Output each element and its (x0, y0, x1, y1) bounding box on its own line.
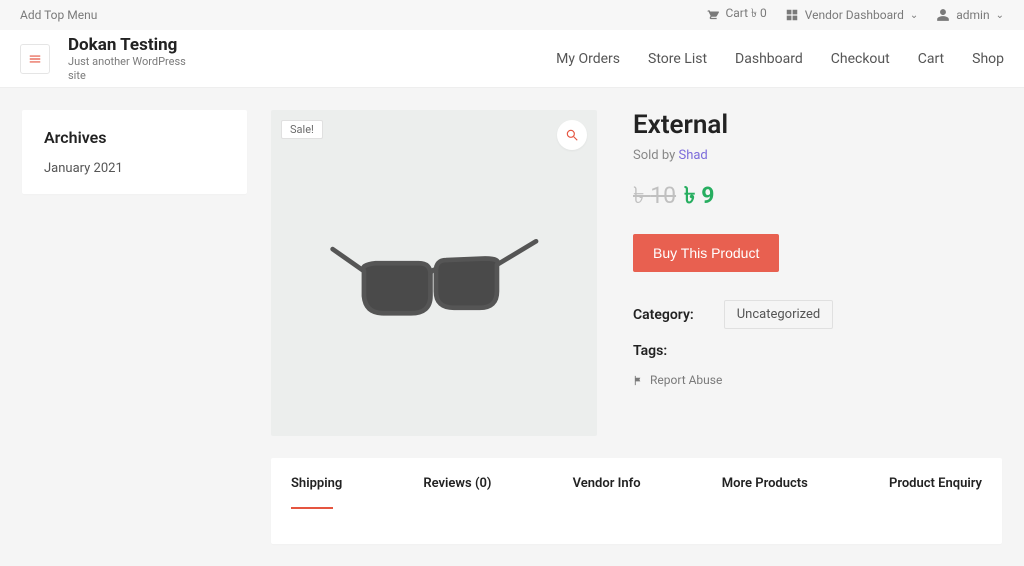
tab-vendor-info[interactable]: Vendor Info (573, 458, 641, 509)
product-price: ৳ 10 ৳ 9 (633, 177, 1002, 216)
vendor-dashboard-label: Vendor Dashboard (805, 8, 904, 22)
product-image[interactable]: Sale! (271, 110, 597, 436)
sold-by-label: Sold by (633, 148, 675, 163)
search-icon (565, 128, 579, 142)
chevron-down-icon: ⌄ (910, 10, 918, 21)
user-label: admin (956, 8, 989, 22)
topbar-right: Cart ৳ 0 Vendor Dashboard ⌄ admin ⌄ (705, 5, 1004, 25)
site-brand[interactable]: Dokan Testing Just another WordPress sit… (68, 35, 198, 81)
flag-icon (633, 375, 644, 386)
tab-more-products[interactable]: More Products (722, 458, 808, 509)
cart-icon (705, 8, 719, 22)
sunglasses-icon (317, 210, 552, 335)
page-body: Archives January 2021 Sale! (0, 88, 1024, 566)
report-abuse-link[interactable]: Report Abuse (633, 373, 1002, 387)
add-top-menu-link[interactable]: Add Top Menu (20, 8, 97, 22)
user-menu[interactable]: admin ⌄ (936, 8, 1004, 22)
category-chip[interactable]: Uncategorized (724, 300, 833, 329)
product-title: External (633, 110, 1002, 140)
category-label: Category: (633, 307, 694, 323)
main-nav: My Orders Store List Dashboard Checkout … (556, 51, 1004, 67)
price-old-value: 10 (650, 182, 676, 209)
nav-shop[interactable]: Shop (972, 51, 1004, 67)
report-abuse-label: Report Abuse (650, 373, 722, 387)
nav-checkout[interactable]: Checkout (831, 51, 890, 67)
sold-by: Sold by Shad (633, 148, 1002, 163)
cart-label: Cart ৳ 0 (725, 5, 766, 25)
zoom-button[interactable] (557, 120, 587, 150)
tab-product-enquiry[interactable]: Product Enquiry (889, 458, 982, 509)
tags-row: Tags: (633, 343, 1002, 359)
tags-label: Tags: (633, 343, 667, 359)
grid-icon (785, 8, 799, 22)
sidebar-archives: Archives January 2021 (22, 110, 247, 194)
site-header: Dokan Testing Just another WordPress sit… (0, 30, 1024, 88)
sidebar-item-archive[interactable]: January 2021 (44, 161, 225, 176)
hamburger-icon (28, 52, 42, 66)
nav-my-orders[interactable]: My Orders (556, 51, 620, 67)
cart-link[interactable]: Cart ৳ 0 (705, 5, 766, 25)
product-tabs: Shipping Reviews (0) Vendor Info More Pr… (271, 458, 1002, 509)
menu-toggle-button[interactable] (20, 44, 50, 74)
site-tagline: Just another WordPress site (68, 55, 198, 81)
tab-reviews[interactable]: Reviews (0) (423, 458, 491, 509)
content: Sale! External So (271, 110, 1002, 544)
product-tabs-card: Shipping Reviews (0) Vendor Info More Pr… (271, 458, 1002, 544)
nav-store-list[interactable]: Store List (648, 51, 707, 67)
vendor-dashboard-link[interactable]: Vendor Dashboard ⌄ (785, 8, 918, 22)
currency-symbol: ৳ (684, 182, 695, 209)
product-details: External Sold by Shad ৳ 10 ৳ 9 Buy This … (633, 110, 1002, 436)
add-top-menu-label: Add Top Menu (20, 8, 97, 22)
price-new: ৳ 9 (684, 177, 714, 216)
user-icon (936, 8, 950, 22)
nav-cart[interactable]: Cart (918, 51, 944, 67)
product-row: Sale! External So (271, 110, 1002, 436)
tab-shipping[interactable]: Shipping (291, 458, 342, 509)
site-title: Dokan Testing (68, 35, 198, 55)
price-old: ৳ 10 (633, 177, 676, 216)
nav-dashboard[interactable]: Dashboard (735, 51, 803, 67)
buy-button[interactable]: Buy This Product (633, 234, 779, 272)
topbar: Add Top Menu Cart ৳ 0 Vendor Dashboard ⌄… (0, 0, 1024, 30)
vendor-link[interactable]: Shad (678, 148, 707, 163)
currency-symbol: ৳ (633, 182, 644, 209)
price-new-value: 9 (701, 182, 714, 209)
sale-badge: Sale! (281, 120, 323, 139)
chevron-down-icon: ⌄ (996, 10, 1004, 21)
sidebar-title: Archives (44, 128, 225, 147)
category-row: Category: Uncategorized (633, 300, 1002, 329)
